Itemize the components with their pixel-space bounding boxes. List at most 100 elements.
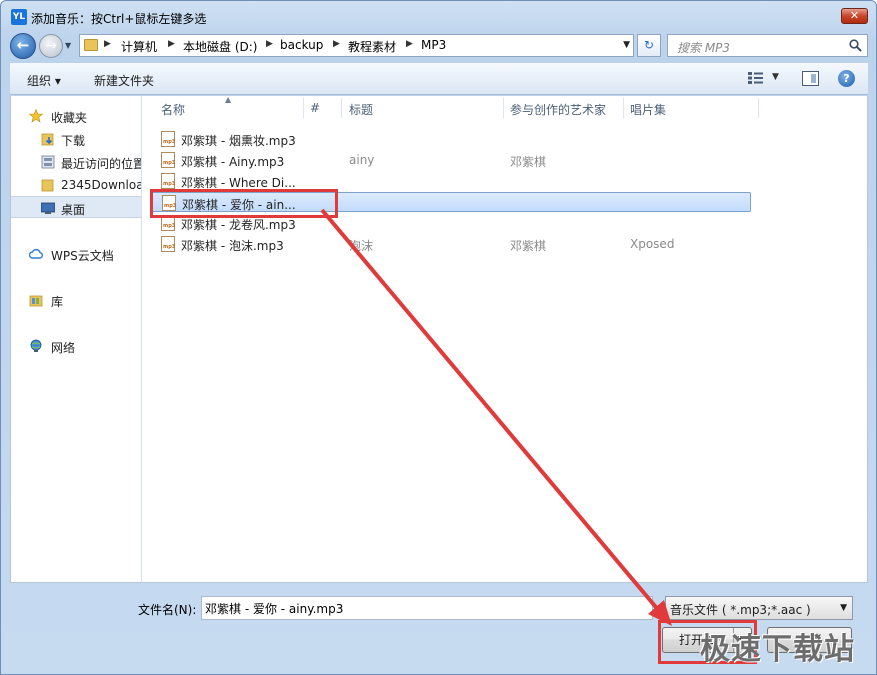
file-row[interactable]: 邓紫棋 - 泡沫.mp3 泡沫 邓紫棋 Xposed [151,234,751,254]
nav-libraries[interactable]: 库 [11,289,141,311]
column-divider[interactable] [341,98,342,118]
nav-label: 最近访问的位置 [61,157,142,171]
file-artist: 邓紫棋 [510,239,547,253]
filename-label: 文件名(N): [138,603,197,617]
folder-icon [41,179,54,192]
chevron-right-icon[interactable]: ▶ [266,39,273,49]
chevron-down-icon[interactable]: ▼ [840,603,847,613]
star-icon [29,109,43,123]
column-header-name[interactable]: 名称 [161,101,185,118]
nav-favorites[interactable]: 收藏夹 [11,105,141,127]
filename-input[interactable] [201,596,653,620]
address-dropdown-icon[interactable]: ▼ [623,40,630,50]
nav-wps-cloud[interactable]: WPS云文档 [11,243,141,265]
file-artist: 邓紫棋 [510,155,547,169]
back-button[interactable]: ← [10,33,36,59]
chevron-right-icon[interactable]: ▶ [168,39,175,49]
file-row-selected[interactable]: 邓紫棋 - 爱你 - ain... [151,192,751,212]
filetype-select[interactable]: 音乐文件 ( *.mp3;*.aac ) ▼ [665,596,853,620]
network-icon [30,339,42,352]
nav-label: 桌面 [61,203,86,217]
file-row[interactable]: 邓紫棋 - Ainy.mp3 ainy 邓紫棋 [151,150,751,170]
file-name: 邓紫棋 - Ainy.mp3 [181,155,285,169]
column-header-title[interactable]: 标题 [349,101,373,118]
mp3-file-icon [161,131,175,147]
search-icon[interactable] [849,39,862,52]
file-row[interactable]: 邓紫琪 - 烟熏妆.mp3 [151,129,751,149]
forward-button[interactable]: → [39,34,63,58]
site-watermark: 极速下载站 [700,632,855,667]
history-dropdown-icon[interactable]: ▼ [65,41,75,51]
desktop-icon [41,202,55,214]
nav-network[interactable]: 网络 [11,335,141,357]
nav-desktop[interactable]: 桌面 [11,196,141,218]
view-options-icon[interactable] [748,71,764,85]
preview-pane-icon[interactable] [802,71,819,86]
nav-recent-places[interactable]: 最近访问的位置 [11,151,142,173]
nav-downloads[interactable]: 下载 [11,128,141,150]
mp3-file-icon [161,173,175,189]
nav-label: 2345Downloads [61,178,141,192]
sort-ascending-icon: ▲ [225,95,232,104]
content-area: 收藏夹 下载 最近访问的位置 2345Downlo 桌面 WPS云文档 库 网络… [10,95,868,583]
folder-icon [84,39,98,51]
close-button[interactable]: ✕ [841,8,868,24]
file-name: 邓紫棋 - 龙卷风.mp3 [181,218,296,232]
breadcrumb-computer[interactable]: 计算机 [121,38,157,55]
nav-2345downloads[interactable]: 2345Downloads [11,174,141,196]
downloads-folder-icon [41,133,54,146]
nav-label: 库 [51,295,64,309]
file-list: 名称 ▲ # 标题 参与创作的艺术家 唱片集 邓紫琪 - 烟熏妆.mp3 邓紫棋… [143,95,868,582]
view-dropdown-icon[interactable]: ▼ [772,72,779,82]
organize-button[interactable]: 组织 ▾ [27,72,61,89]
file-name: 邓紫琪 - 烟熏妆.mp3 [181,134,296,148]
file-name: 邓紫棋 - 泡沫.mp3 [181,239,284,253]
chevron-right-icon[interactable]: ▶ [333,39,340,49]
navigation-pane: 收藏夹 下载 最近访问的位置 2345Downlo 桌面 WPS云文档 库 网络 [11,96,142,582]
app-logo-icon: YL [11,9,27,25]
column-header-artist[interactable]: 参与创作的艺术家 [510,101,606,118]
window-title: 添加音乐：按Ctrl+鼠标左键多选 [31,12,207,26]
mp3-file-icon [162,195,176,211]
refresh-button[interactable]: ↻ [637,34,661,57]
chevron-right-icon[interactable]: ▶ [104,39,111,49]
address-row: ← → ▼ ▶ 计算机 ▶ 本地磁盘 (D:) ▶ backup ▶ 教程素材 … [1,31,876,61]
command-bar: 组织 ▾ 新建文件夹 ▼ ? [10,63,868,95]
recent-places-icon [41,155,55,169]
breadcrumb-backup[interactable]: backup [280,38,323,52]
file-name: 邓紫棋 - 爱你 - ain... [182,198,296,212]
filetype-value: 音乐文件 ( *.mp3;*.aac ) [670,603,811,617]
nav-label: 收藏夹 [51,111,88,125]
file-album: Xposed [630,237,675,251]
mp3-file-icon [161,152,175,168]
file-title: ainy [349,153,375,167]
column-divider[interactable] [503,98,504,118]
file-title: 泡沫 [349,239,374,253]
search-placeholder: 搜索 MP3 [677,41,731,55]
new-folder-button[interactable]: 新建文件夹 [94,72,154,89]
mp3-file-icon [161,215,175,231]
nav-label: WPS云文档 [51,249,114,263]
search-box[interactable]: 搜索 MP3 [667,34,868,57]
mp3-file-icon [161,236,175,252]
column-divider[interactable] [758,98,759,118]
chevron-right-icon[interactable]: ▶ [406,39,413,49]
cloud-icon [29,248,43,259]
column-divider[interactable] [623,98,624,118]
library-icon [29,295,43,307]
address-bar[interactable]: ▶ 计算机 ▶ 本地磁盘 (D:) ▶ backup ▶ 教程素材 ▶ MP3 … [79,34,634,57]
column-divider[interactable] [303,98,304,118]
file-open-dialog: YL 添加音乐：按Ctrl+鼠标左键多选 ✕ ← → ▼ ▶ 计算机 ▶ 本地磁… [0,0,877,675]
nav-label: 下载 [61,134,86,148]
column-header-track[interactable]: # [310,101,320,115]
nav-label: 网络 [51,341,76,355]
column-header-album[interactable]: 唱片集 [630,101,666,118]
file-name: 邓紫棋 - Where Di... [181,176,296,190]
title-bar: YL 添加音乐：按Ctrl+鼠标左键多选 ✕ [1,1,876,31]
breadcrumb-tutorial[interactable]: 教程素材 [348,38,396,55]
breadcrumb-mp3[interactable]: MP3 [421,38,446,52]
help-icon[interactable]: ? [838,70,855,87]
file-row[interactable]: 邓紫棋 - Where Di... [151,171,751,191]
breadcrumb-local-disk[interactable]: 本地磁盘 (D:) [183,38,257,55]
file-row[interactable]: 邓紫棋 - 龙卷风.mp3 [151,213,751,233]
